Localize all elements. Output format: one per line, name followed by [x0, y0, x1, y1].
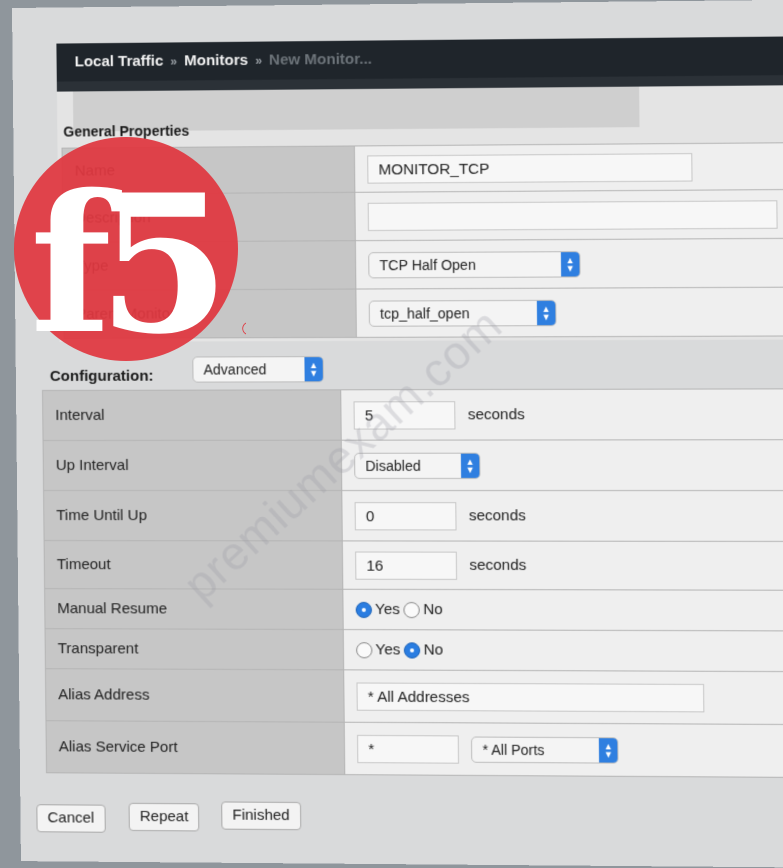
name-input[interactable]: MONITOR_TCP — [367, 152, 693, 184]
alias-service-port-label: Alias Service Port — [45, 720, 345, 775]
alias-service-port-cell: * * All Ports ▲ ▼ — [344, 722, 783, 778]
manual-resume-no-radio[interactable] — [403, 601, 421, 618]
alias-service-port-select[interactable]: * All Ports ▲ ▼ — [471, 735, 619, 764]
logo-text: f5 — [30, 153, 216, 363]
type-select[interactable]: TCP Half Open ▲ ▼ — [368, 250, 581, 278]
select-arrows-icon: ▲ ▼ — [304, 357, 323, 382]
breadcrumb-monitors[interactable]: Monitors — [184, 52, 248, 70]
alias-service-port-select-value: * All Ports — [482, 741, 545, 758]
manual-resume-yes-radio[interactable] — [355, 601, 373, 618]
description-cell — [354, 189, 783, 241]
breadcrumb-local-traffic[interactable]: Local Traffic — [75, 53, 164, 71]
transparent-no-radio[interactable] — [404, 642, 421, 659]
finished-button[interactable]: Finished — [221, 801, 301, 831]
description-input[interactable] — [367, 199, 778, 231]
time-until-up-input[interactable]: 0 — [354, 501, 457, 530]
interval-unit: seconds — [467, 406, 525, 424]
f5-logo-icon: f5 ® — [14, 137, 246, 363]
transparent-cell: Yes No — [343, 629, 783, 672]
timeout-cell: 16 seconds — [342, 540, 783, 591]
breadcrumb-separator: » — [170, 54, 178, 69]
up-interval-cell: Disabled ▲ ▼ — [341, 439, 783, 491]
configuration-title: Configuration: — [49, 367, 154, 385]
select-arrows-icon: ▲ ▼ — [598, 737, 618, 763]
alias-address-input[interactable]: * All Addresses — [356, 681, 705, 712]
transparent-label: Transparent — [45, 628, 344, 670]
type-cell: TCP Half Open ▲ ▼ — [355, 238, 783, 290]
parent-monitor-cell: tcp_half_open ▲ ▼ — [355, 287, 783, 338]
timeout-input[interactable]: 16 — [355, 550, 458, 580]
breadcrumb: Local Traffic » Monitors » New Monitor... — [56, 36, 783, 82]
select-arrows-icon: ▲ ▼ — [560, 251, 580, 277]
timeout-unit: seconds — [469, 556, 527, 574]
manual-resume-yes-label: Yes — [374, 601, 400, 619]
name-cell: MONITOR_TCP — [354, 142, 783, 193]
transparent-yes-radio[interactable] — [356, 641, 373, 659]
time-until-up-cell: 0 seconds — [341, 490, 783, 542]
time-until-up-unit: seconds — [468, 507, 526, 525]
breadcrumb-separator: » — [255, 53, 262, 68]
alias-service-port-input[interactable]: * — [357, 734, 460, 764]
alias-address-label: Alias Address — [45, 668, 345, 723]
interval-label: Interval — [42, 389, 342, 441]
breadcrumb-current: New Monitor... — [268, 50, 373, 69]
select-arrows-icon: ▲ ▼ — [460, 453, 480, 478]
configuration-mode-value: Advanced — [203, 361, 267, 378]
cancel-button[interactable]: Cancel — [36, 804, 106, 833]
screen: Local Traffic» Monitors» New Monitor... Ge… — [12, 0, 783, 868]
repeat-button[interactable]: Repeat — [128, 802, 200, 832]
transparent-yes-label: Yes — [375, 641, 401, 659]
manual-resume-cell: Yes No — [342, 589, 783, 631]
registered-mark: ® — [242, 319, 246, 339]
configuration-table: Interval 5 seconds Up Interval Disabled … — [42, 388, 783, 778]
transparent-no-label: No — [423, 641, 444, 659]
type-select-value: TCP Half Open — [379, 256, 476, 273]
alias-address-cell: * All Addresses — [343, 669, 783, 725]
select-arrows-icon: ▲ ▼ — [536, 300, 556, 325]
manual-resume-no-label: No — [423, 601, 443, 619]
